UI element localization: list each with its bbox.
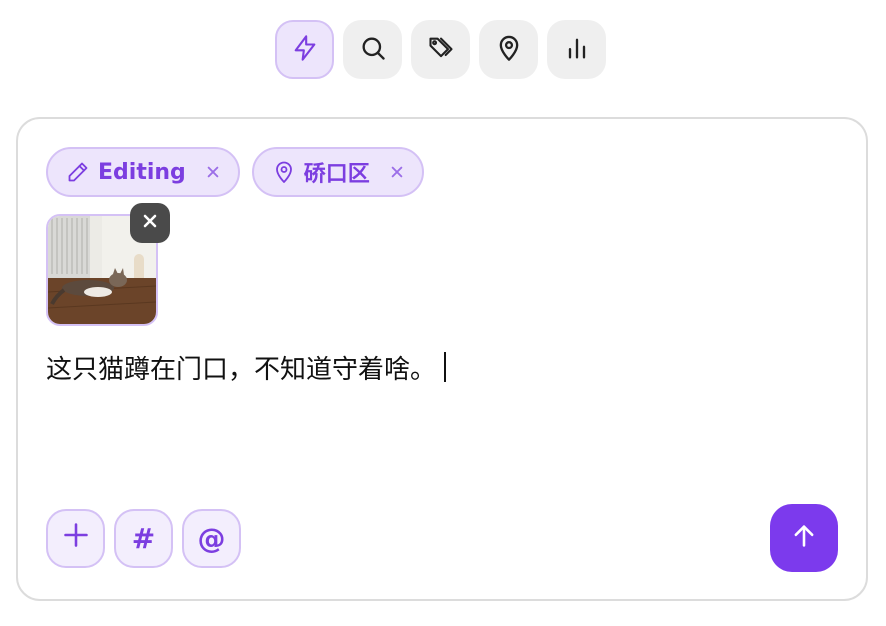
composer-card: Editing 硚口区 这只猫蹲在门口，不知道守着啥。 # @ [16, 117, 868, 601]
editing-chip-label: Editing [98, 159, 186, 185]
close-icon [142, 213, 158, 233]
send-button[interactable] [770, 504, 838, 572]
chip-row: Editing 硚口区 [46, 147, 424, 197]
location-chip[interactable]: 硚口区 [251, 147, 424, 197]
post-text: 这只猫蹲在门口，不知道守着啥。 [46, 354, 437, 385]
text-caret [444, 352, 447, 382]
close-icon[interactable] [388, 163, 406, 181]
mode-tags-button[interactable] [411, 20, 470, 79]
at-icon: @ [197, 522, 226, 555]
hashtag-button[interactable]: # [114, 509, 173, 568]
mention-button[interactable]: @ [182, 509, 241, 568]
editing-chip[interactable]: Editing [46, 147, 240, 197]
bar-chart-icon [563, 34, 591, 66]
search-icon [359, 34, 387, 66]
mode-search-button[interactable] [343, 20, 402, 79]
hash-icon: # [131, 522, 156, 555]
mode-quick-button[interactable] [275, 20, 334, 79]
close-icon[interactable] [204, 163, 222, 181]
mode-location-button[interactable] [479, 20, 538, 79]
post-text-editor[interactable]: 这只猫蹲在门口，不知道守着啥。 [46, 347, 447, 387]
location-chip-label: 硚口区 [303, 162, 370, 187]
mode-stats-button[interactable] [547, 20, 606, 79]
remove-attachment-button[interactable] [130, 203, 170, 243]
plus-icon [62, 521, 90, 556]
mode-toolbar [275, 20, 606, 79]
page: Editing 硚口区 这只猫蹲在门口，不知道守着啥。 # @ [0, 0, 886, 626]
lightning-icon [291, 34, 319, 66]
map-pin-icon [495, 34, 523, 66]
pencil-icon [66, 160, 90, 184]
add-button[interactable] [46, 509, 105, 568]
tags-icon [427, 34, 455, 66]
composer-tools: # @ [46, 509, 241, 568]
map-pin-icon [272, 160, 296, 184]
arrow-up-icon [790, 522, 818, 554]
